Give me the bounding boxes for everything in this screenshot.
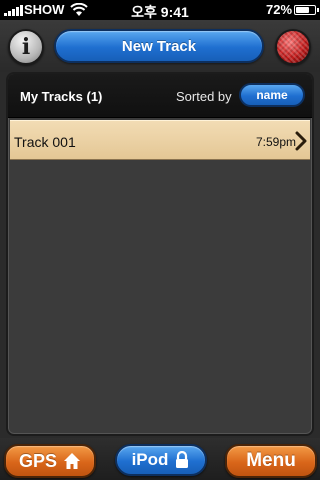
- info-icon: i: [21, 34, 31, 60]
- track-name: Track 001: [14, 134, 76, 150]
- home-icon: [64, 453, 80, 469]
- list-header: My Tracks (1) Sorted by name: [8, 74, 312, 118]
- sort-button[interactable]: name: [239, 83, 305, 107]
- battery-icon: [294, 5, 319, 15]
- battery-percent: 72%: [266, 2, 293, 17]
- menu-button[interactable]: Menu: [225, 444, 317, 478]
- gps-label: GPS: [18, 450, 57, 471]
- list-title: My Tracks (1): [20, 89, 103, 104]
- info-button[interactable]: i: [8, 29, 44, 65]
- new-track-button[interactable]: New Track: [54, 29, 264, 63]
- sorted-by-label: Sorted by: [176, 89, 232, 104]
- battery-fill: [296, 7, 309, 13]
- bottom-bar: GPS iPod Menu: [0, 438, 320, 480]
- track-row[interactable]: Track 001 7:59pm: [10, 120, 310, 160]
- lock-icon: [176, 451, 189, 468]
- chevron-right-icon: [295, 131, 307, 151]
- status-bar: SHOW 오후 9:41 72%: [0, 0, 320, 20]
- ipod-label: iPod: [131, 450, 169, 469]
- gps-button[interactable]: GPS: [4, 444, 96, 478]
- tracks-panel: My Tracks (1) Sorted by name Track 001 7…: [6, 72, 314, 436]
- record-icon[interactable]: [275, 29, 311, 65]
- track-time: 7:59pm: [255, 135, 296, 149]
- ipod-button[interactable]: iPod: [115, 444, 207, 476]
- top-bar: i New Track: [0, 20, 320, 72]
